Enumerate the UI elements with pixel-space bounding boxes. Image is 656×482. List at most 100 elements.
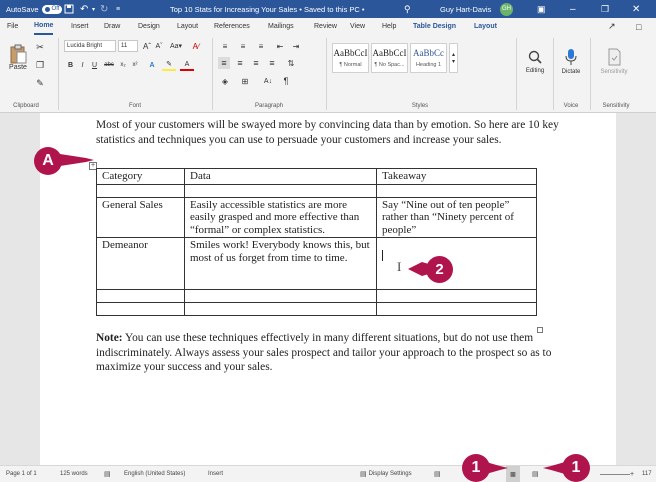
- zoom-in-icon[interactable]: +: [630, 466, 634, 482]
- user-avatar[interactable]: GH: [500, 0, 513, 18]
- text-effects-icon[interactable]: A: [146, 59, 158, 71]
- tab-table-design[interactable]: Table Design: [413, 18, 456, 35]
- document-title[interactable]: Top 10 Stats for Increasing Your Sales •…: [170, 0, 365, 18]
- bold-icon[interactable]: B: [66, 59, 75, 71]
- highlight-icon[interactable]: ✎: [162, 59, 176, 71]
- increase-indent-icon[interactable]: ⇥: [290, 40, 302, 52]
- restore-icon[interactable]: ❐: [601, 0, 609, 18]
- language-status[interactable]: English (United States): [124, 466, 185, 482]
- italic-icon[interactable]: I: [78, 59, 87, 71]
- grow-font-icon[interactable]: Aˆ: [142, 40, 152, 52]
- table-cell[interactable]: Say “Nine out of ten people” rather than…: [376, 196, 537, 238]
- table-cell[interactable]: [376, 289, 537, 303]
- table-cell[interactable]: Demeanor: [96, 237, 185, 290]
- word-count[interactable]: 125 words: [60, 466, 88, 482]
- table-cell[interactable]: Easily accessible statistics are more ea…: [184, 196, 377, 238]
- tab-layout[interactable]: Layout: [177, 18, 198, 35]
- zoom-level[interactable]: 117: [642, 466, 652, 482]
- table-cell[interactable]: [96, 302, 185, 316]
- table-header-cell[interactable]: Takeaway: [376, 168, 537, 185]
- tab-file[interactable]: File: [7, 18, 18, 35]
- shrink-font-icon[interactable]: Aˇ: [154, 40, 164, 52]
- ribbon-display-icon[interactable]: ▣: [537, 0, 546, 18]
- print-layout-view-icon[interactable]: ▩: [506, 466, 520, 482]
- table-cell[interactable]: [96, 289, 185, 303]
- intro-paragraph[interactable]: Most of your customers will be swayed mo…: [96, 118, 566, 147]
- editing-button[interactable]: Editing: [520, 41, 550, 81]
- close-icon[interactable]: ✕: [632, 0, 640, 18]
- underline-icon[interactable]: U: [90, 59, 99, 71]
- font-color-icon[interactable]: A: [180, 59, 194, 71]
- zoom-slider[interactable]: [600, 466, 630, 482]
- decrease-indent-icon[interactable]: ⇤: [274, 40, 286, 52]
- autosave-control[interactable]: AutoSave Off: [6, 0, 63, 18]
- table-header-cell[interactable]: Data: [184, 168, 377, 185]
- undo-dropdown-icon[interactable]: ▾: [92, 0, 95, 18]
- tab-view[interactable]: View: [350, 18, 365, 35]
- subscript-icon[interactable]: x₂: [118, 59, 128, 71]
- undo-icon[interactable]: ↶: [80, 0, 88, 18]
- font-name-input[interactable]: Lucida Bright: [64, 40, 116, 52]
- tab-references[interactable]: References: [214, 18, 250, 35]
- tab-help[interactable]: Help: [382, 18, 396, 35]
- sort-icon[interactable]: A↓: [262, 75, 274, 87]
- sensitivity-button[interactable]: Sensitivity: [594, 41, 634, 81]
- tab-table-layout[interactable]: Layout: [474, 18, 497, 35]
- change-case-icon[interactable]: Aa▾: [168, 40, 184, 52]
- multilevel-list-icon[interactable]: ≡: [254, 40, 268, 52]
- web-layout-view-icon[interactable]: ▤: [532, 466, 539, 482]
- search-icon[interactable]: ⚲: [404, 0, 411, 18]
- dictate-button[interactable]: Dictate: [556, 41, 586, 81]
- page-count[interactable]: Page 1 of 1: [6, 466, 37, 482]
- sales-table[interactable]: Category Data Takeaway General Sales Eas…: [96, 168, 537, 316]
- table-header-cell[interactable]: Category: [96, 168, 185, 185]
- display-settings-button[interactable]: ▤ Display Settings: [360, 466, 412, 482]
- style-normal[interactable]: AaBbCcI ¶ Normal: [332, 43, 369, 73]
- tab-design[interactable]: Design: [138, 18, 160, 35]
- shading-icon[interactable]: ◈: [218, 75, 232, 87]
- minimize-icon[interactable]: –: [570, 0, 576, 18]
- tab-mailings[interactable]: Mailings: [268, 18, 294, 35]
- table-cell[interactable]: General Sales: [96, 196, 185, 238]
- borders-icon[interactable]: ⊞: [238, 75, 252, 87]
- styles-more-button[interactable]: ▴ ▾: [449, 43, 458, 73]
- table-cell[interactable]: [96, 183, 185, 198]
- format-painter-icon[interactable]: ✎: [34, 77, 46, 89]
- insert-mode[interactable]: Insert: [208, 466, 223, 482]
- table-cell[interactable]: [376, 302, 537, 316]
- style-no-spacing[interactable]: AaBbCcI ¶ No Spac...: [371, 43, 408, 73]
- justify-icon[interactable]: ≡: [266, 57, 278, 69]
- font-size-input[interactable]: 11: [118, 40, 138, 52]
- user-name[interactable]: Guy Hart-Davis: [440, 0, 491, 18]
- table-cell[interactable]: [184, 302, 377, 316]
- copy-icon[interactable]: ❐: [34, 59, 46, 71]
- customize-toolbar-icon[interactable]: ≡: [116, 0, 120, 18]
- table-cell[interactable]: [376, 183, 537, 198]
- focus-icon[interactable]: ▤: [434, 466, 441, 482]
- show-formatting-icon[interactable]: ¶: [280, 75, 292, 87]
- tab-home[interactable]: Home: [34, 18, 54, 35]
- proofing-icon[interactable]: ▤: [104, 466, 111, 482]
- clear-formatting-icon[interactable]: A∕: [190, 40, 202, 52]
- cut-icon[interactable]: ✂: [34, 41, 46, 53]
- paste-button[interactable]: Paste: [5, 39, 31, 75]
- tab-draw[interactable]: Draw: [104, 18, 120, 35]
- line-spacing-icon[interactable]: ⇅: [284, 57, 298, 69]
- align-center-icon[interactable]: ≡: [234, 57, 246, 69]
- align-left-icon[interactable]: ≡: [218, 57, 230, 69]
- table-cell[interactable]: [184, 183, 377, 198]
- tab-insert[interactable]: Insert: [71, 18, 89, 35]
- tab-review[interactable]: Review: [314, 18, 337, 35]
- table-cell[interactable]: Smiles work! Everybody knows this, but m…: [184, 237, 377, 290]
- note-paragraph[interactable]: Note: You can use these techniques effec…: [96, 331, 566, 375]
- numbering-icon[interactable]: ≡: [236, 40, 250, 52]
- save-icon[interactable]: [64, 0, 74, 18]
- autosave-toggle[interactable]: Off: [41, 4, 63, 14]
- comments-icon[interactable]: □: [636, 18, 641, 35]
- strikethrough-icon[interactable]: abc: [102, 59, 116, 71]
- align-right-icon[interactable]: ≡: [250, 57, 262, 69]
- share-icon[interactable]: ↗: [608, 18, 616, 35]
- redo-icon[interactable]: ↻: [100, 0, 108, 18]
- style-heading-1[interactable]: AaBbCc Heading 1: [410, 43, 447, 73]
- bullets-icon[interactable]: ≡: [218, 40, 232, 52]
